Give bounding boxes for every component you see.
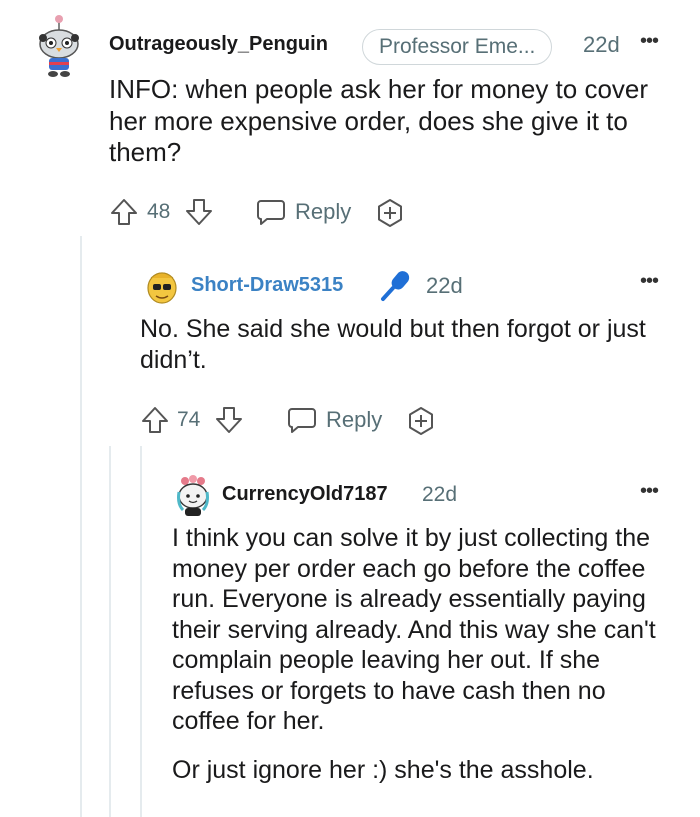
snoo-penguin-avatar-icon — [39, 15, 79, 77]
award-button[interactable] — [374, 197, 406, 229]
more-options-icon[interactable]: ••• — [640, 270, 659, 293]
reply-label[interactable]: Reply — [326, 407, 382, 433]
more-options-icon[interactable]: ••• — [640, 480, 659, 503]
downvote-button[interactable] — [184, 197, 214, 227]
microphone-icon — [379, 268, 413, 302]
snoo-flower-avatar-icon — [177, 475, 209, 516]
thread-line — [140, 446, 142, 817]
username[interactable]: Short-Draw5315 — [191, 274, 343, 297]
comment-body: No. She said she would but then forgot o… — [140, 314, 670, 375]
avatar[interactable] — [32, 14, 86, 78]
downvote-icon[interactable] — [184, 197, 214, 227]
username[interactable]: Outrageously_Penguin — [109, 33, 328, 56]
comment-body: I think you can solve it by just collect… — [172, 523, 677, 785]
more-options-icon[interactable]: ••• — [640, 30, 659, 53]
comment-paragraph: No. She said she would but then forgot o… — [140, 315, 646, 374]
comment-age: 22d — [583, 32, 620, 57]
comment-age: 22d — [422, 483, 458, 506]
award-button[interactable] — [405, 405, 437, 437]
reply-label[interactable]: Reply — [295, 199, 351, 225]
comment-paragraph: INFO: when people ask her for money to c… — [109, 74, 649, 168]
comment-bubble-icon — [286, 405, 318, 435]
comment-paragraph: I think you can solve it by just collect… — [172, 524, 656, 735]
comment-age: 22d — [426, 273, 463, 298]
vote-count: 48 — [147, 200, 171, 223]
avatar[interactable] — [143, 266, 181, 306]
upvote-button[interactable] — [140, 405, 170, 435]
comment-paragraph: Or just ignore her :) she's the asshole. — [172, 755, 594, 784]
upvote-icon[interactable] — [140, 405, 170, 435]
downvote-button[interactable] — [214, 405, 244, 435]
username[interactable]: CurrencyOld7187 — [222, 483, 388, 506]
comment-body: INFO: when people ask her for money to c… — [109, 74, 674, 169]
reply-button[interactable]: Reply — [286, 405, 382, 435]
award-plus-icon[interactable] — [374, 197, 406, 229]
snoo-yellow-avatar-icon — [147, 272, 177, 304]
comment-bubble-icon — [255, 197, 287, 227]
reply-button[interactable]: Reply — [255, 197, 351, 227]
thread-line — [80, 236, 82, 817]
downvote-icon[interactable] — [214, 405, 244, 435]
user-flair: Professor Eme... — [362, 29, 553, 65]
upvote-icon[interactable] — [109, 197, 139, 227]
award-plus-icon[interactable] — [405, 405, 437, 437]
thread-line — [109, 446, 111, 817]
avatar[interactable] — [173, 474, 213, 518]
upvote-button[interactable] — [109, 197, 139, 227]
vote-count: 74 — [177, 408, 201, 431]
